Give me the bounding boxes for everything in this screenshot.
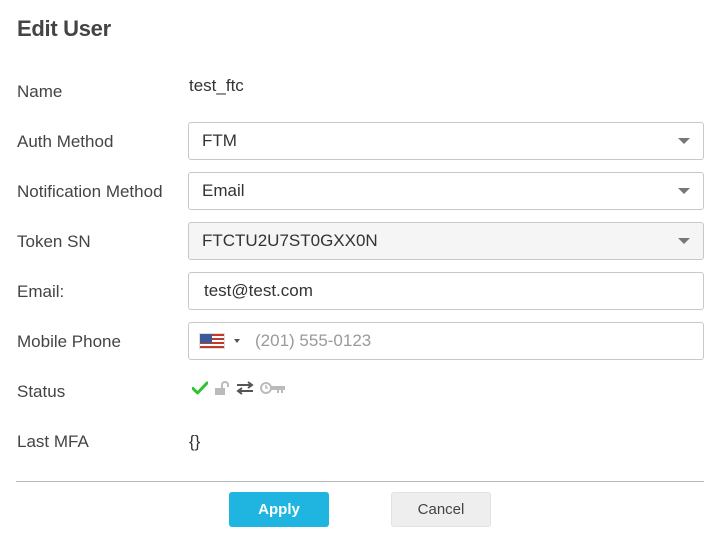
- status-icons: [192, 380, 286, 396]
- notification-method-value: Email: [202, 181, 245, 200]
- country-selector[interactable]: [189, 333, 247, 349]
- auth-method-label: Auth Method: [17, 132, 114, 151]
- token-sn-value: FTCTU2U7ST0GXX0N: [202, 231, 378, 250]
- auth-method-select[interactable]: FTM: [188, 122, 704, 160]
- us-flag-icon: [199, 333, 225, 349]
- last-mfa-value: {}: [189, 432, 201, 451]
- chevron-down-icon: [234, 339, 240, 343]
- auth-method-value: FTM: [202, 131, 237, 150]
- notification-method-select[interactable]: Email: [188, 172, 704, 210]
- transfer-icon: [236, 381, 254, 395]
- dialog-title: Edit User: [17, 16, 111, 41]
- token-sn-select[interactable]: FTCTU2U7ST0GXX0N: [188, 222, 704, 260]
- chevron-down-icon: [678, 238, 690, 244]
- chevron-down-icon: [678, 188, 690, 194]
- chevron-down-icon: [678, 138, 690, 144]
- check-icon: [192, 381, 208, 395]
- mobile-phone-field[interactable]: (201) 555-0123: [188, 322, 704, 360]
- notification-method-label: Notification Method: [17, 182, 163, 201]
- email-field[interactable]: test@test.com: [188, 272, 704, 310]
- email-value: test@test.com: [204, 281, 313, 300]
- name-value: test_ftc: [189, 76, 244, 95]
- divider: [16, 481, 704, 482]
- last-mfa-label: Last MFA: [17, 432, 89, 451]
- mobile-phone-label: Mobile Phone: [17, 332, 121, 351]
- mobile-phone-placeholder: (201) 555-0123: [255, 331, 372, 350]
- apply-button[interactable]: Apply: [229, 492, 329, 527]
- email-label: Email:: [17, 282, 65, 301]
- token-sn-label: Token SN: [17, 232, 91, 251]
- cancel-button[interactable]: Cancel: [391, 492, 491, 527]
- token-key-icon: [260, 381, 286, 395]
- unlock-icon: [214, 380, 230, 396]
- name-label: Name: [17, 82, 63, 101]
- status-label: Status: [17, 382, 66, 401]
